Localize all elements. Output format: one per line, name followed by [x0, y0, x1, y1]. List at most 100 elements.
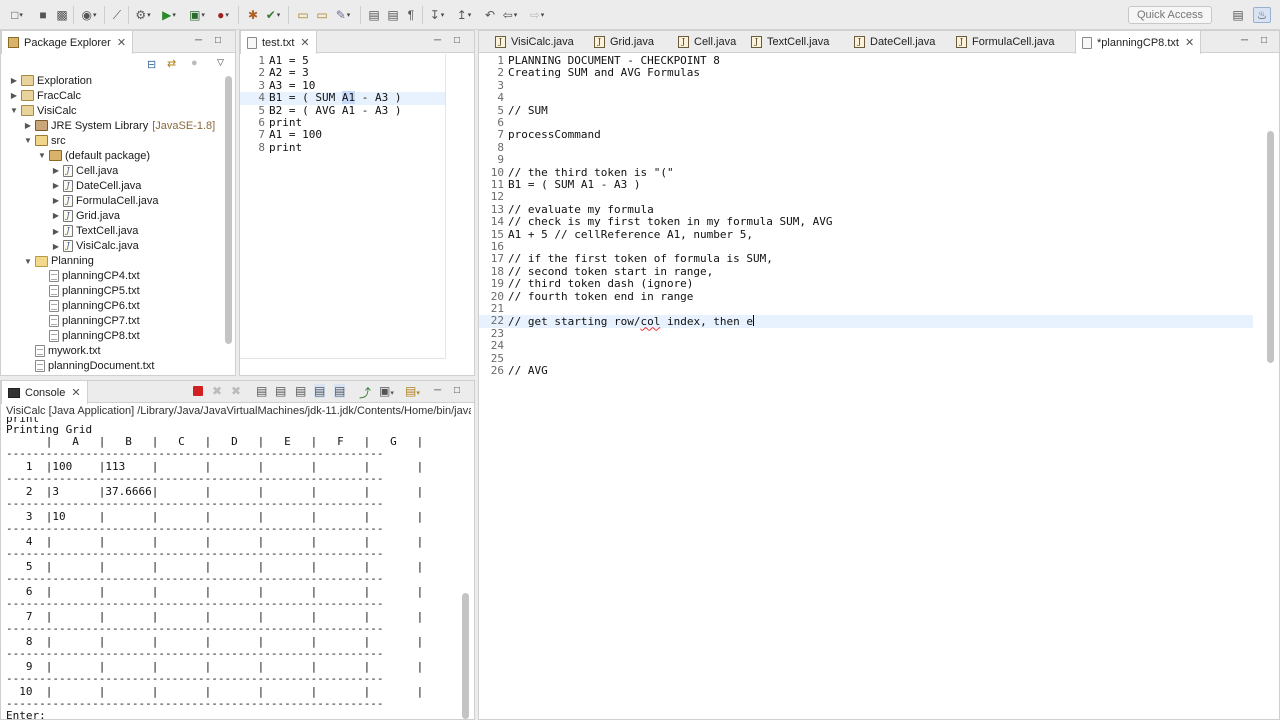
last-edit-icon[interactable]: ↶ [481, 7, 499, 23]
whitespace-icon[interactable]: ▤ [384, 7, 402, 23]
editor-tab[interactable]: J Cell.java [672, 31, 742, 53]
tree-item[interactable]: planningCP5.txt [7, 284, 140, 299]
planning-code-area[interactable]: 1 PLANNING DOCUMENT - CHECKPOINT 8 2 Creati… [479, 54, 1253, 718]
minimize-icon[interactable]: ─ [434, 35, 441, 46]
skip-breakpoints-icon[interactable]: ⟋ [108, 7, 126, 23]
tree-item[interactable]: mywork.txt [7, 344, 101, 359]
back-icon[interactable]: ⇦ ▾ [501, 7, 519, 23]
annotation-nav-icon[interactable]: ▤ [365, 7, 383, 23]
open-perspective-icon[interactable]: ▤ [1229, 7, 1247, 23]
save-icon[interactable]: ■ [34, 7, 52, 23]
open-task-icon[interactable]: ▭ [313, 7, 331, 23]
minimize-icon[interactable]: ─ [1241, 35, 1248, 46]
collapsed-arrow-icon[interactable]: ▶ [51, 227, 61, 236]
test-code-area[interactable]: 1 A1 = 5 2 A2 = 3 3 A3 = 10 4 B1 = ( SUM A1 - A… [240, 54, 446, 359]
open-type-icon[interactable]: ▭ [294, 7, 312, 23]
tree-item[interactable]: ▶ J Cell.java [7, 163, 118, 178]
new-class-icon[interactable]: ✱ [244, 7, 262, 23]
forward-icon[interactable]: ⇨ ▾ [528, 7, 546, 23]
tree-item[interactable]: ▼ Planning [7, 254, 94, 269]
show-on-output-icon[interactable]: ▤ [314, 384, 326, 398]
tab-test-txt[interactable]: test.txt ✕ [240, 31, 317, 54]
collapsed-arrow-icon[interactable]: ▶ [51, 211, 61, 220]
collapsed-arrow-icon[interactable]: ▶ [51, 166, 61, 175]
editor-scrollbar[interactable] [1267, 131, 1274, 363]
tree-item[interactable]: ▶ J DateCell.java [7, 178, 141, 193]
close-icon[interactable]: ✕ [1185, 36, 1194, 49]
editor-tab[interactable]: *planningCP8.txt ✕ [1075, 31, 1202, 54]
expanded-arrow-icon[interactable]: ▼ [37, 151, 47, 160]
quick-access-input[interactable] [1128, 6, 1212, 24]
tree-item[interactable]: ▼ VisiCalc [7, 103, 77, 118]
tree-item[interactable]: ▼ (default package) [7, 148, 150, 163]
tree-scrollbar[interactable] [225, 76, 232, 344]
tree-item[interactable]: ▶ J TextCell.java [7, 224, 138, 239]
editor-tab[interactable]: J DateCell.java [848, 31, 941, 53]
tree-item[interactable]: ▶ JRE System Library [JavaSE-1.8] [7, 118, 215, 133]
focus-icon[interactable]: ● [191, 57, 198, 69]
save-all-icon[interactable]: ▩ [53, 7, 71, 23]
collapsed-arrow-icon[interactable]: ▶ [51, 196, 61, 205]
editor-tab[interactable]: J TextCell.java [745, 31, 835, 53]
expanded-arrow-icon[interactable]: ▼ [23, 136, 33, 145]
expanded-arrow-icon[interactable]: ▼ [9, 106, 19, 115]
word-wrap-icon[interactable]: ▤ [295, 384, 306, 398]
view-menu-icon[interactable]: ▽ [217, 57, 224, 68]
next-annotation-icon[interactable]: ↧ ▾ [428, 7, 446, 23]
java-perspective-icon[interactable]: ♨ [1253, 7, 1271, 23]
new-wizard-icon[interactable]: □ ▾ [8, 7, 26, 23]
search-icon[interactable]: ✎ ▾ [334, 7, 352, 23]
editor-tab[interactable]: J VisiCalc.java [489, 31, 580, 53]
tree-item[interactable]: ▼ src [7, 133, 66, 148]
tree-item[interactable]: planningCP4.txt [7, 269, 140, 284]
minimize-icon[interactable]: ─ [434, 385, 441, 396]
pilcrow-icon[interactable]: ¶ [402, 7, 420, 23]
tree-item[interactable]: ▶ J Grid.java [7, 208, 120, 223]
link-with-editor-icon[interactable]: ⇄ [167, 57, 176, 70]
editor-tab[interactable]: J Grid.java [588, 31, 660, 53]
maximize-icon[interactable]: □ [1261, 35, 1267, 46]
scroll-lock-icon[interactable]: ▤ [275, 384, 286, 398]
remove-all-icon[interactable]: ✖ [231, 384, 241, 398]
pin-console-icon[interactable]: ⤴ [359, 384, 371, 401]
close-icon[interactable]: ✕ [71, 386, 80, 399]
tree-item[interactable]: ▶ J VisiCalc.java [7, 239, 139, 254]
terminate-icon[interactable] [193, 386, 203, 396]
tree-item[interactable]: ▶ Exploration [7, 73, 92, 88]
debug-icon[interactable]: ⚙ ▾ [134, 7, 152, 23]
remove-launch-icon[interactable]: ✖ [212, 384, 222, 398]
collapsed-arrow-icon[interactable]: ▶ [51, 181, 61, 190]
maximize-icon[interactable]: □ [454, 385, 460, 396]
maximize-icon[interactable]: □ [454, 35, 460, 46]
collapse-all-icon[interactable]: ⊟ [147, 58, 156, 71]
console-output[interactable]: print Printing Grid | A | B | C | D | E |… [1, 417, 461, 720]
show-on-error-icon[interactable]: ▤ [334, 384, 346, 398]
tree-item[interactable]: ▶ FracCalc [7, 88, 81, 103]
prev-annotation-icon[interactable]: ↥ ▾ [455, 7, 473, 23]
clear-console-icon[interactable]: ▤ [256, 384, 267, 398]
expanded-arrow-icon[interactable]: ▼ [23, 257, 33, 266]
tree-item[interactable]: planningDocument.txt [7, 359, 154, 374]
external-tools-icon[interactable]: ● ▾ [214, 7, 232, 23]
collapsed-arrow-icon[interactable]: ▶ [51, 242, 61, 251]
tree-item[interactable]: ▶ J FormulaCell.java [7, 193, 159, 208]
display-console-icon[interactable]: ▣▾ [379, 384, 394, 398]
new-package-icon[interactable]: ✔ ▾ [264, 7, 282, 23]
tab-console[interactable]: Console ✕ [1, 381, 88, 404]
tree-item[interactable]: planningCP7.txt [7, 314, 140, 329]
tree-item[interactable]: planningCP6.txt [7, 299, 140, 314]
collapsed-arrow-icon[interactable]: ▶ [23, 121, 33, 130]
minimize-icon[interactable]: ─ [195, 35, 202, 46]
run-icon[interactable]: ▶ ▾ [160, 7, 178, 23]
close-icon[interactable]: ✕ [300, 36, 309, 49]
open-console-icon[interactable]: ▤▾ [405, 384, 420, 398]
user-icon[interactable]: ◉ ▾ [80, 7, 98, 23]
collapsed-arrow-icon[interactable]: ▶ [9, 91, 19, 100]
coverage-icon[interactable]: ▣ ▾ [188, 7, 206, 23]
editor-tab[interactable]: J FormulaCell.java [950, 31, 1061, 53]
tab-package-explorer[interactable]: Package Explorer ✕ [1, 31, 134, 54]
console-scrollbar[interactable] [462, 593, 469, 719]
close-icon[interactable]: ✕ [117, 36, 126, 49]
tree-item[interactable]: planningCP8.txt [7, 329, 140, 344]
maximize-icon[interactable]: □ [215, 35, 221, 46]
